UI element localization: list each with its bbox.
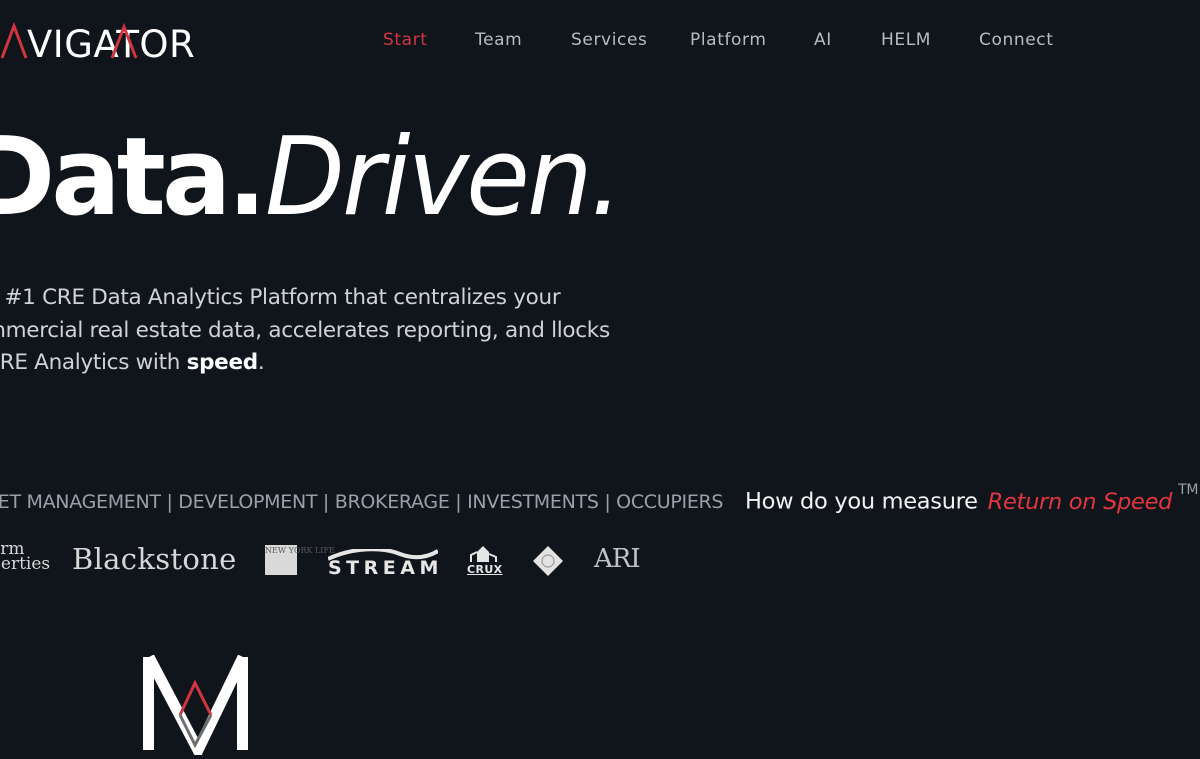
nav-platform[interactable]: Platform (690, 30, 767, 50)
crux-building-icon (470, 546, 497, 562)
nav-team[interactable]: Team (475, 30, 522, 50)
description-emphasis: speed (186, 350, 259, 375)
nav-ai[interactable]: AI (814, 30, 832, 50)
client-logo-diamond (533, 546, 563, 580)
nav-connect[interactable]: Connect (979, 30, 1054, 50)
nav-helm[interactable]: HELM (881, 30, 931, 50)
sectors-list: SET MANAGEMENT | DEVELOPMENT | BROKERAGE… (0, 491, 724, 513)
hero-description: e #1 CRE Data Analytics Platform that ce… (0, 282, 625, 380)
description-text: e #1 CRE Data Analytics Platform that ce… (0, 285, 610, 375)
client-logo-crux: CRUX (467, 544, 502, 576)
hero-part-data: Data. (0, 115, 266, 240)
nav-start[interactable]: Start (383, 30, 428, 50)
client-logo-properties: orm perties (0, 539, 51, 574)
hero-part-driven: Driven. (265, 115, 623, 240)
hero-headline: Data. Driven. (0, 115, 623, 240)
tagline-lead: How do you measure (745, 488, 978, 515)
diamond-emblem-icon (533, 546, 563, 576)
main-nav: Start Team Services Platform AI HELM Con… (0, 30, 1200, 54)
client-logo-stream: STREAM (327, 546, 440, 579)
tagline-accent: Return on Speed (987, 488, 1173, 515)
nav-services[interactable]: Services (571, 30, 648, 50)
description-end: . (257, 350, 265, 375)
client-logo-ari: ARI (594, 544, 641, 574)
navigator-n-mark-icon (143, 654, 253, 759)
client-logo-new-york-life: NEW YORK LIFE (265, 545, 335, 575)
client-logos: orm perties Blackstone NEW YORK LIFE STR… (0, 540, 660, 584)
tagline: How do you measure Return on Speed TM (745, 482, 1198, 515)
client-logo-blackstone: Blackstone (72, 542, 237, 576)
trademark-mark: TM (1178, 482, 1199, 498)
